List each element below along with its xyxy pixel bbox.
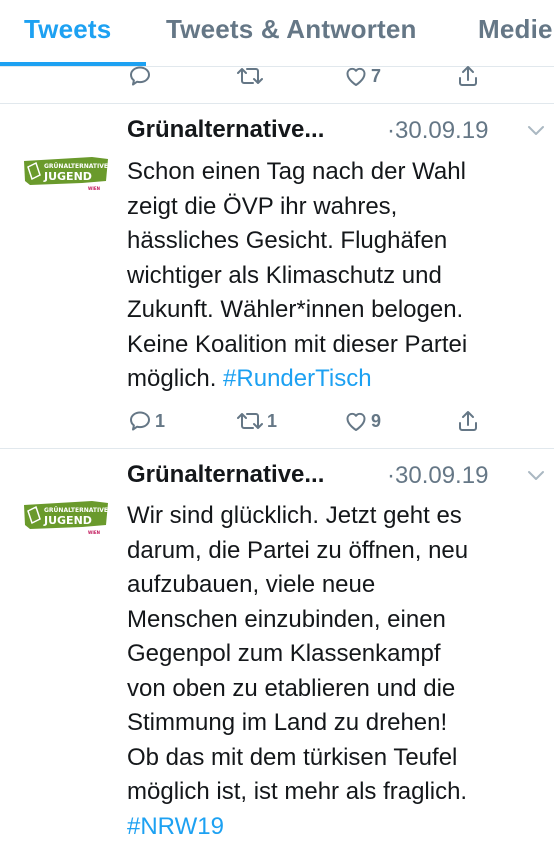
tweet-text-line: Schon einen Tag nach der Wahl bbox=[127, 158, 466, 185]
avatar-text-line2: JUGEND bbox=[43, 170, 92, 183]
tweet-text-line: möglich. #RunderTisch bbox=[127, 362, 547, 397]
author-name[interactable]: Grünalternative... bbox=[127, 116, 324, 144]
tweet-actions: 1 1 9 bbox=[0, 405, 554, 437]
tweet-text-line: Keine Koalition mit dieser Partei bbox=[127, 330, 468, 358]
reply-button[interactable]: 1 bbox=[128, 405, 165, 437]
avatar-text-line1: GRÜNALTERNATIVE bbox=[44, 507, 108, 514]
tweet-text-line: wichtiger als Klimaschutz und bbox=[127, 261, 442, 289]
tweet-text-line: Zukunft. Wähler*innen belogen. bbox=[127, 296, 464, 323]
tweet-text-line: hässliches Gesicht. Flughäfen bbox=[127, 227, 448, 254]
tweet-text: Wir sind glücklich. Jetzt geht es darum,… bbox=[127, 499, 547, 844]
tweet-text-line: möglich ist, ist mehr als fraglich. bbox=[127, 778, 468, 805]
avatar[interactable]: GRÜNALTERNATIVE JUGEND WIEN bbox=[22, 153, 110, 193]
tweet-text-line: Ob das mit dem türkisen Teufel bbox=[127, 743, 458, 771]
chevron-down-icon[interactable] bbox=[527, 470, 545, 482]
share-icon bbox=[459, 66, 477, 86]
retweet-button[interactable] bbox=[236, 60, 264, 92]
retweet-button[interactable]: 1 bbox=[236, 405, 277, 437]
tweet-divider bbox=[0, 448, 554, 449]
tab-tweets-and-replies[interactable]: Tweets & Antworten bbox=[166, 14, 417, 45]
reply-button[interactable] bbox=[128, 60, 152, 92]
share-button[interactable] bbox=[456, 60, 480, 92]
hashtag-link[interactable]: #RunderTisch bbox=[223, 365, 372, 392]
tweet-text-line: Stimmung im Land zu drehen! bbox=[127, 709, 448, 736]
tweet-divider bbox=[0, 103, 554, 104]
tab-tweets[interactable]: Tweets bbox=[24, 14, 111, 45]
tweet-header: Grünalternative... ·30.09.19 bbox=[127, 116, 547, 152]
retweet-count: 1 bbox=[267, 410, 278, 431]
like-count: 7 bbox=[371, 65, 382, 86]
heart-icon bbox=[346, 412, 366, 431]
share-icon bbox=[459, 411, 477, 431]
like-count: 9 bbox=[371, 410, 382, 431]
reply-count: 1 bbox=[155, 410, 166, 431]
reply-icon bbox=[130, 411, 150, 431]
avatar-text-line1: GRÜNALTERNATIVE bbox=[44, 163, 108, 170]
author-name[interactable]: Grünalternative... bbox=[127, 461, 324, 489]
tweet-text-line: zeigt die ÖVP ihr wahres, bbox=[127, 192, 398, 220]
tweet-text-line: Gegenpol zum Klassenkampf bbox=[127, 640, 441, 667]
retweet-icon bbox=[237, 68, 263, 84]
heart-icon bbox=[346, 67, 366, 86]
retweet-icon bbox=[237, 413, 263, 429]
tweet-text-line: aufzubauen, viele neue bbox=[127, 571, 376, 598]
tab-media[interactable]: Medien bbox=[478, 14, 554, 45]
tweet-text-line: Wir sind glücklich. Jetzt geht es bbox=[127, 502, 462, 529]
like-button[interactable]: 7 bbox=[344, 60, 381, 92]
tweet-date[interactable]: ·30.09.19 bbox=[387, 462, 488, 490]
avatar[interactable]: GRÜNALTERNATIVE JUGEND WIEN bbox=[22, 497, 110, 537]
profile-tabs: Tweets Tweets & Antworten Medien bbox=[0, 0, 554, 67]
reply-icon bbox=[130, 66, 150, 86]
share-button[interactable] bbox=[456, 405, 480, 437]
avatar-text-line2: JUGEND bbox=[43, 514, 92, 527]
avatar-text-line3: WIEN bbox=[88, 186, 100, 191]
tweet-text-segment: möglich. bbox=[127, 365, 224, 392]
hashtag-link[interactable]: #NRW19 bbox=[127, 810, 547, 844]
tweet-header: Grünalternative... ·30.09.19 bbox=[127, 461, 547, 497]
avatar-text-line3: WIEN bbox=[88, 530, 100, 535]
previous-tweet-actions: 7 bbox=[0, 60, 554, 92]
like-button[interactable]: 9 bbox=[344, 405, 381, 437]
tweet-text-line: darum, die Partei zu öffnen, neu bbox=[127, 536, 469, 564]
tweet-text-line: Menschen einzubinden, einen bbox=[127, 605, 446, 633]
tweet-text-line: von oben zu etablieren und die bbox=[127, 674, 456, 702]
tweet-date[interactable]: ·30.09.19 bbox=[387, 117, 488, 145]
chevron-down-icon[interactable] bbox=[527, 125, 545, 137]
tweet-text: Schon einen Tag nach der Wahl zeigt die … bbox=[127, 155, 547, 397]
